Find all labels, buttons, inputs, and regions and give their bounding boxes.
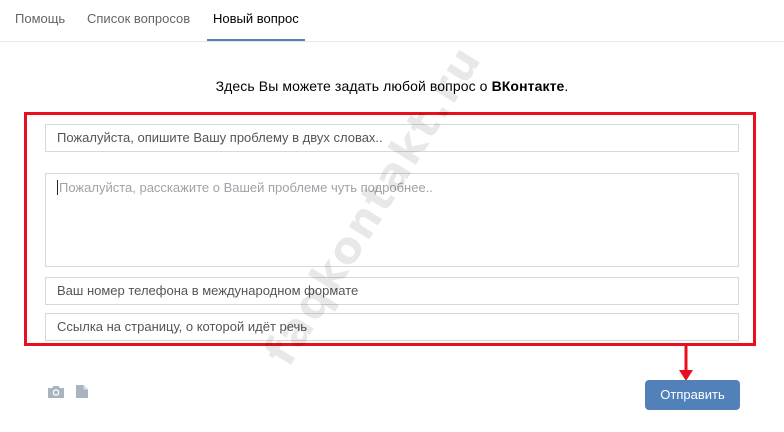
document-icon[interactable] [75, 384, 89, 404]
question-title-input[interactable]: Пожалуйста, опишите Вашу проблему в двух… [45, 124, 739, 152]
question-details-textarea[interactable]: Пожалуйста, расскажите о Вашей проблеме … [45, 173, 739, 267]
tab-questions-list[interactable]: Список вопросов [87, 0, 190, 41]
intro-text-before: Здесь Вы можете задать любой вопрос о [215, 78, 492, 94]
send-button[interactable]: Отправить [645, 380, 740, 410]
phone-placeholder: Ваш номер телефона в международном форма… [57, 283, 359, 298]
question-details-placeholder: Пожалуйста, расскажите о Вашей проблеме … [59, 180, 433, 195]
intro-text: Здесь Вы можете задать любой вопрос о ВК… [0, 78, 784, 94]
text-caret [57, 180, 58, 195]
page-link-placeholder: Ссылка на страницу, о которой идёт речь [57, 319, 308, 334]
camera-icon[interactable] [47, 384, 65, 404]
tab-help[interactable]: Помощь [15, 0, 65, 41]
intro-text-after: . [564, 78, 569, 94]
phone-input[interactable]: Ваш номер телефона в международном форма… [45, 277, 739, 305]
question-title-placeholder: Пожалуйста, опишите Вашу проблему в двух… [57, 130, 383, 145]
page-link-input[interactable]: Ссылка на страницу, о которой идёт речь [45, 313, 739, 341]
tab-new-question[interactable]: Новый вопрос [207, 0, 305, 41]
tab-bar: Помощь Список вопросов Новый вопрос [0, 0, 784, 42]
intro-brand: ВКонтакте [491, 78, 565, 94]
page: Помощь Список вопросов Новый вопрос Здес… [0, 0, 784, 432]
